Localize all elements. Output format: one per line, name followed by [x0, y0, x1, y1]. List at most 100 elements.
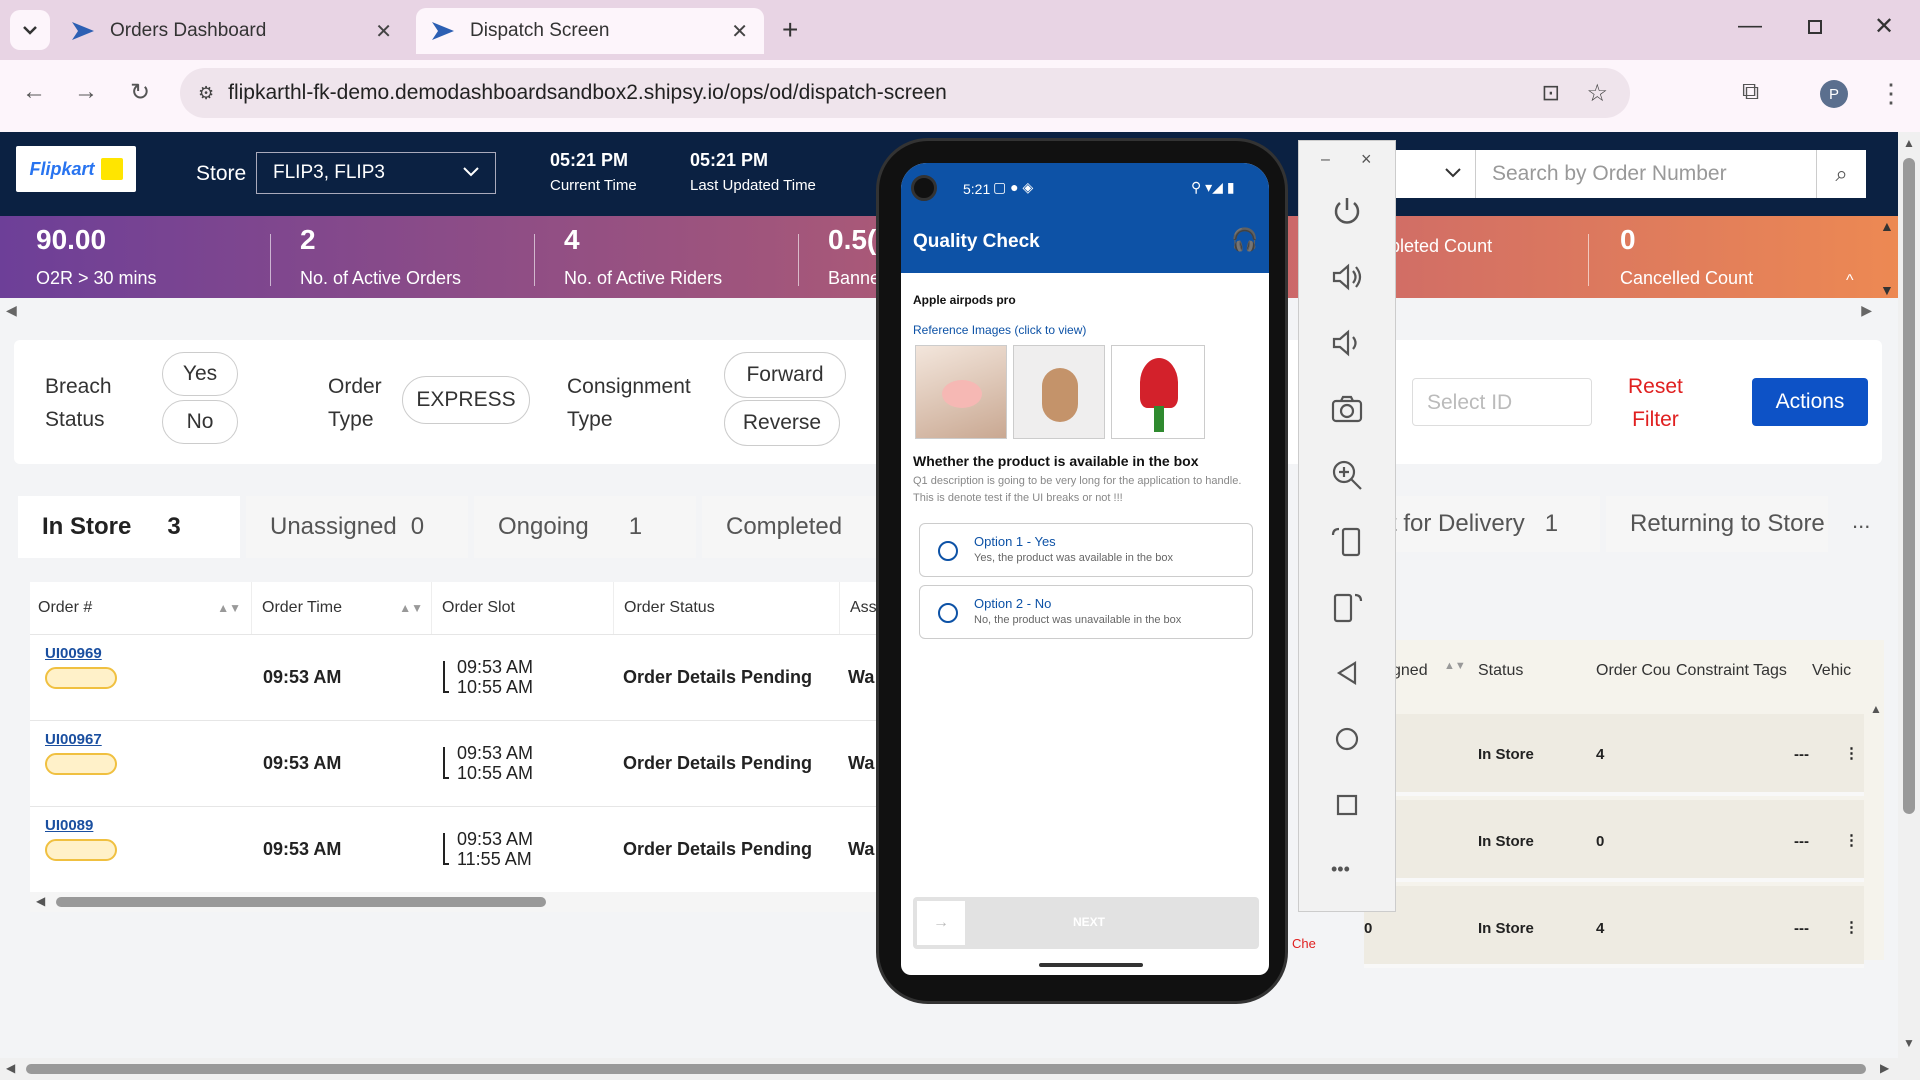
option-yes[interactable]: Option 1 - Yes Yes, the product was avail…: [919, 523, 1253, 577]
metric-banner: 0.5(Banne: [828, 224, 880, 289]
order-id-link[interactable]: UI0089: [45, 817, 93, 834]
radio-icon[interactable]: [938, 603, 958, 623]
phone-status-bar: 5:21 ▢ ● ◈ ⚲ ▾◢ ▮: [901, 163, 1269, 213]
scroll-thumb[interactable]: [26, 1064, 1866, 1074]
reload-icon[interactable]: ↻: [130, 78, 150, 107]
tab-search-chevron-icon[interactable]: [10, 10, 50, 50]
reference-image-flowers[interactable]: [915, 345, 1007, 439]
row-menu-icon[interactable]: ⋮: [1844, 918, 1859, 936]
order-id-link[interactable]: UI00969: [45, 645, 102, 662]
metrics-scroll-down-icon[interactable]: ▼: [1880, 282, 1894, 298]
breach-no-pill[interactable]: No: [162, 400, 238, 444]
arrow-right-icon[interactable]: →: [917, 901, 965, 945]
order-type-express-pill[interactable]: EXPRESS: [402, 376, 530, 424]
volume-down-icon[interactable]: [1329, 325, 1365, 361]
tab-label: Returning to Store: [1630, 510, 1825, 537]
select-id-input[interactable]: Select ID: [1412, 378, 1592, 426]
actions-button[interactable]: Actions: [1752, 378, 1868, 426]
column-header-order-time[interactable]: Order Time ▲▼: [256, 582, 432, 634]
sort-icon[interactable]: ▲▼: [217, 601, 241, 615]
row-menu-icon[interactable]: ⋮: [1844, 744, 1859, 762]
emulator-close-icon[interactable]: ×: [1361, 149, 1372, 170]
rotate-left-icon[interactable]: [1329, 523, 1365, 559]
order-id-link[interactable]: UI00967: [45, 731, 102, 748]
scroll-up-icon[interactable]: ▲: [1903, 136, 1915, 150]
more-tabs-icon[interactable]: ...: [1852, 508, 1870, 534]
filter-dropdown[interactable]: [1396, 150, 1476, 198]
scroll-left-icon[interactable]: ◀: [36, 894, 45, 908]
tab-completed[interactable]: Completed: [702, 496, 882, 558]
close-tab-icon[interactable]: ✕: [375, 19, 392, 44]
forward-icon[interactable]: →: [74, 78, 98, 106]
extensions-icon[interactable]: ⧉: [1742, 78, 1759, 106]
tab-ongoing[interactable]: Ongoing 1: [474, 496, 696, 558]
scroll-thumb[interactable]: [56, 897, 546, 907]
table-row[interactable]: In Store 0 --- ⋮: [1364, 800, 1864, 882]
browser-menu-icon[interactable]: ⋮: [1878, 78, 1904, 109]
tab-label: Dispatch Screen: [470, 20, 610, 41]
page-horizontal-scrollbar[interactable]: ◀ ▶: [0, 1058, 1898, 1080]
reference-image-bouquet[interactable]: [1111, 345, 1205, 439]
next-button[interactable]: NEXT: [1073, 915, 1105, 929]
row-menu-icon[interactable]: ⋮: [1844, 831, 1859, 849]
reference-image-teddy[interactable]: [1013, 345, 1105, 439]
consignment-forward-pill[interactable]: Forward: [724, 352, 846, 398]
url-field[interactable]: ⚙ flipkarthl-fk-demo.demodashboardsandbo…: [180, 68, 1630, 118]
tab-returning-to-store[interactable]: Returning to Store: [1606, 496, 1828, 552]
order-search-input[interactable]: Search by Order Number ⌕: [1476, 150, 1866, 198]
scroll-left-icon[interactable]: ◀: [6, 1061, 15, 1075]
store-select[interactable]: FLIP3, FLIP3: [256, 152, 496, 194]
minimize-window-icon[interactable]: —: [1738, 12, 1762, 40]
search-icon[interactable]: ⌕: [1816, 150, 1866, 198]
tab-dispatch-screen[interactable]: Dispatch Screen ✕: [416, 8, 764, 54]
option-no[interactable]: Option 2 - No No, the product was unavail…: [919, 585, 1253, 639]
scroll-right-icon[interactable]: ▶: [1861, 302, 1872, 319]
more-options-icon[interactable]: •••: [1331, 859, 1350, 880]
sort-icon[interactable]: ▲▼: [1444, 660, 1466, 672]
site-info-icon[interactable]: ⚙: [198, 83, 214, 104]
volume-up-icon[interactable]: [1329, 259, 1365, 295]
tab-orders-dashboard[interactable]: Orders Dashboard ✕: [56, 8, 408, 54]
emulator-minimize-icon[interactable]: –: [1321, 151, 1330, 169]
radio-icon[interactable]: [938, 541, 958, 561]
headset-support-icon[interactable]: 🎧: [1231, 227, 1258, 253]
close-tab-icon[interactable]: ✕: [731, 19, 748, 44]
new-tab-icon[interactable]: +: [782, 14, 798, 46]
column-header-order-number[interactable]: Order # ▲▼: [30, 582, 252, 634]
rider-scroll-up-icon[interactable]: ▲: [1870, 702, 1882, 716]
tab-in-store[interactable]: In Store 3: [18, 496, 240, 558]
camera-icon[interactable]: [1329, 391, 1365, 427]
tab-label: Completed: [726, 513, 843, 540]
consignment-reverse-pill[interactable]: Reverse: [724, 400, 840, 446]
reset-filter-link[interactable]: Reset Filter: [1628, 370, 1683, 436]
metrics-scroll-up-icon[interactable]: ▲: [1880, 218, 1894, 234]
power-icon[interactable]: [1329, 193, 1365, 229]
rotate-right-icon[interactable]: [1329, 589, 1365, 625]
overview-square-icon[interactable]: [1329, 787, 1365, 823]
table-row[interactable]: In Store 4 --- ⋮: [1364, 714, 1864, 796]
profile-avatar[interactable]: P: [1820, 80, 1848, 108]
restore-window-icon[interactable]: [1808, 20, 1822, 34]
scroll-left-icon[interactable]: ◀: [6, 302, 17, 319]
page-vertical-scrollbar[interactable]: ▲ ▼: [1898, 132, 1920, 1080]
scroll-down-icon[interactable]: ▼: [1903, 1036, 1915, 1050]
table-row[interactable]: 0 In Store 4 --- ⋮: [1364, 886, 1864, 968]
reference-images-link[interactable]: Reference Images (click to view): [913, 323, 1086, 337]
tab-unassigned[interactable]: Unassigned 0: [246, 496, 468, 558]
column-header-order-slot: Order Slot: [436, 582, 614, 634]
url-text: flipkarthl-fk-demo.demodashboardsandbox2…: [228, 81, 947, 104]
install-app-icon[interactable]: ⊡: [1542, 80, 1560, 106]
back-triangle-icon[interactable]: [1329, 655, 1365, 691]
tab-out-for-delivery[interactable]: t for Delivery 1: [1390, 496, 1600, 552]
collapse-caret-icon[interactable]: ^: [1846, 272, 1854, 290]
scroll-right-icon[interactable]: ▶: [1880, 1061, 1889, 1075]
sort-icon[interactable]: ▲▼: [399, 601, 423, 615]
breach-yes-pill[interactable]: Yes: [162, 352, 238, 396]
zoom-in-icon[interactable]: [1329, 457, 1365, 493]
back-icon[interactable]: ←: [22, 78, 46, 106]
check-fragment: Che: [1292, 936, 1316, 951]
home-circle-icon[interactable]: [1329, 721, 1365, 757]
bookmark-star-icon[interactable]: ☆: [1586, 79, 1608, 108]
scroll-thumb[interactable]: [1903, 158, 1915, 814]
close-window-icon[interactable]: ✕: [1874, 12, 1894, 41]
